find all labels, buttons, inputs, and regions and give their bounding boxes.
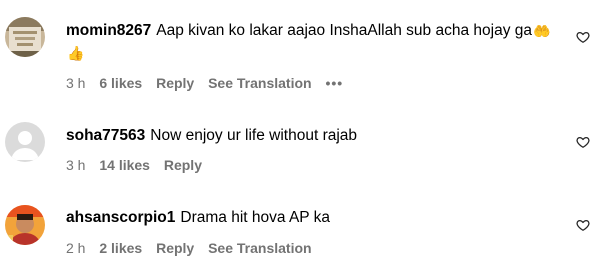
username-link[interactable]: soha77563 — [66, 127, 145, 144]
comment-content: Aap kivan ko lakar aajao InshaAllah sub … — [156, 22, 532, 39]
default-avatar-icon — [5, 122, 45, 162]
comment-body: ahsanscorpio1 Drama hit hova AP ka — [66, 207, 560, 228]
avatar[interactable] — [5, 17, 45, 57]
comment-text: soha77563 Now enjoy ur life without rajab — [66, 125, 560, 146]
thumbs-up-emoji: 👍 — [67, 45, 85, 61]
hands-emoji: 🤲 — [533, 23, 551, 39]
comment-meta: 3 h 6 likes Reply See Translation ••• — [66, 75, 353, 91]
timestamp[interactable]: 3 h — [66, 75, 85, 91]
see-translation-button[interactable]: See Translation — [208, 240, 311, 256]
comment-meta: 2 h 2 likes Reply See Translation — [66, 240, 322, 256]
likes-count[interactable]: 14 likes — [99, 157, 150, 173]
reply-button[interactable]: Reply — [164, 157, 202, 173]
timestamp[interactable]: 2 h — [66, 240, 85, 256]
profile-photo-icon — [5, 17, 45, 57]
likes-count[interactable]: 2 likes — [99, 240, 142, 256]
reply-button[interactable]: Reply — [156, 75, 194, 91]
like-heart-icon[interactable] — [576, 30, 590, 44]
comment-meta: 3 h 14 likes Reply — [66, 157, 212, 173]
like-heart-icon[interactable] — [576, 218, 590, 232]
comment-text: momin8267 Aap kivan ko lakar aajao InshaA… — [66, 20, 560, 64]
timestamp[interactable]: 3 h — [66, 157, 85, 173]
see-translation-button[interactable]: See Translation — [208, 75, 311, 91]
likes-count[interactable]: 6 likes — [99, 75, 142, 91]
more-options-icon[interactable]: ••• — [325, 75, 343, 91]
reply-button[interactable]: Reply — [156, 240, 194, 256]
like-heart-icon[interactable] — [576, 135, 590, 149]
avatar[interactable] — [5, 122, 45, 162]
avatar[interactable] — [5, 205, 45, 245]
username-link[interactable]: momin8267 — [66, 22, 151, 39]
profile-photo-icon — [5, 205, 45, 245]
comment-content: Drama hit hova AP ka — [180, 209, 331, 226]
comment-body: momin8267 Aap kivan ko lakar aajao InshaA… — [66, 20, 560, 64]
comment-body: soha77563 Now enjoy ur life without rajab — [66, 125, 560, 146]
username-link[interactable]: ahsanscorpio1 — [66, 209, 175, 226]
comment-content: Now enjoy ur life without rajab — [150, 127, 358, 144]
comment-text: ahsanscorpio1 Drama hit hova AP ka — [66, 207, 560, 228]
